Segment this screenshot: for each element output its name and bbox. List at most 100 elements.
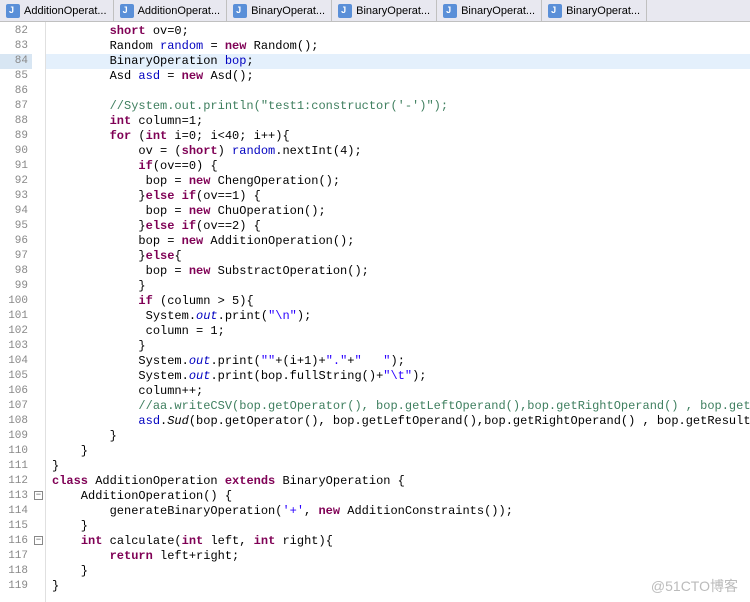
code-line[interactable]: Random random = new Random(); <box>46 39 750 54</box>
line-number: 102 <box>0 324 32 339</box>
code-line[interactable]: } <box>46 444 750 459</box>
line-number: 90 <box>0 144 32 159</box>
code-line[interactable]: }else if(ov==2) { <box>46 219 750 234</box>
code-line[interactable]: if(ov==0) { <box>46 159 750 174</box>
line-number: 107 <box>0 399 32 414</box>
tab-file[interactable]: BinaryOperat... <box>227 0 332 21</box>
code-line[interactable]: } <box>46 459 750 474</box>
line-number: 119 <box>0 579 32 594</box>
tab-file[interactable]: AdditionOperat... <box>0 0 114 21</box>
tab-file[interactable]: BinaryOperat... <box>437 0 542 21</box>
code-area[interactable]: short ov=0; Random random = new Random()… <box>46 22 750 602</box>
tab-label: AdditionOperat... <box>138 5 221 17</box>
code-line[interactable]: short ov=0; <box>46 24 750 39</box>
fold-toggle-icon[interactable]: − <box>34 491 43 500</box>
tab-label: BinaryOperat... <box>251 5 325 17</box>
line-number-gutter: 8283848586878889909192939495969798991001… <box>0 22 32 602</box>
line-number: 89 <box>0 129 32 144</box>
java-file-icon <box>548 4 562 18</box>
code-line[interactable]: System.out.print(""+(i+1)+"."+" "); <box>46 354 750 369</box>
code-line[interactable]: BinaryOperation bop; <box>46 54 750 69</box>
line-number: 85 <box>0 69 32 84</box>
line-number: 95 <box>0 219 32 234</box>
code-line[interactable]: } <box>46 579 750 594</box>
line-number: 101 <box>0 309 32 324</box>
code-line[interactable]: bop = new SubstractOperation(); <box>46 264 750 279</box>
editor: 8283848586878889909192939495969798991001… <box>0 22 750 602</box>
line-number: 109 <box>0 429 32 444</box>
line-number: 91 <box>0 159 32 174</box>
line-number: 115 <box>0 519 32 534</box>
line-number: 108 <box>0 414 32 429</box>
line-number: 94 <box>0 204 32 219</box>
code-line[interactable]: ov = (short) random.nextInt(4); <box>46 144 750 159</box>
code-line[interactable]: bop = new AdditionOperation(); <box>46 234 750 249</box>
code-line[interactable]: }else{ <box>46 249 750 264</box>
code-line[interactable]: column++; <box>46 384 750 399</box>
line-number: 116 <box>0 534 32 549</box>
code-line[interactable]: Asd asd = new Asd(); <box>46 69 750 84</box>
tab-file[interactable]: BinaryOperat... <box>542 0 647 21</box>
line-number: 97 <box>0 249 32 264</box>
line-number: 98 <box>0 264 32 279</box>
code-line[interactable]: asd.Sud(bop.getOperator(), bop.getLeftOp… <box>46 414 750 429</box>
line-number: 88 <box>0 114 32 129</box>
line-number: 96 <box>0 234 32 249</box>
code-line[interactable]: int column=1; <box>46 114 750 129</box>
code-line[interactable]: //aa.writeCSV(bop.getOperator(), bop.get… <box>46 399 750 414</box>
line-number: 112 <box>0 474 32 489</box>
code-line[interactable]: class AdditionOperation extends BinaryOp… <box>46 474 750 489</box>
code-line[interactable]: if (column > 5){ <box>46 294 750 309</box>
code-line[interactable]: bop = new ChuOperation(); <box>46 204 750 219</box>
tab-label: AdditionOperat... <box>24 5 107 17</box>
code-line[interactable]: } <box>46 519 750 534</box>
code-line[interactable]: int calculate(int left, int right){ <box>46 534 750 549</box>
code-line[interactable]: //System.out.println("test1:constructor(… <box>46 99 750 114</box>
code-line[interactable]: System.out.print("\n"); <box>46 309 750 324</box>
code-line[interactable]: AdditionOperation() { <box>46 489 750 504</box>
code-line[interactable]: } <box>46 564 750 579</box>
line-number: 100 <box>0 294 32 309</box>
line-number: 86 <box>0 84 32 99</box>
line-number: 99 <box>0 279 32 294</box>
line-number: 103 <box>0 339 32 354</box>
tab-bar: AdditionOperat... AdditionOperat... Binary… <box>0 0 750 22</box>
line-number: 83 <box>0 39 32 54</box>
code-line[interactable]: }else if(ov==1) { <box>46 189 750 204</box>
tab-label: BinaryOperat... <box>461 5 535 17</box>
tab-file[interactable]: BinaryOperat... <box>332 0 437 21</box>
line-number: 93 <box>0 189 32 204</box>
line-number: 105 <box>0 369 32 384</box>
line-number: 87 <box>0 99 32 114</box>
fold-toggle-icon[interactable]: − <box>34 536 43 545</box>
fold-column: −− <box>32 22 46 602</box>
tab-label: BinaryOperat... <box>566 5 640 17</box>
line-number: 104 <box>0 354 32 369</box>
code-line[interactable]: generateBinaryOperation('+', new Additio… <box>46 504 750 519</box>
line-number: 110 <box>0 444 32 459</box>
code-line[interactable]: } <box>46 429 750 444</box>
java-file-icon <box>120 4 134 18</box>
line-number: 92 <box>0 174 32 189</box>
code-line[interactable]: column = 1; <box>46 324 750 339</box>
tab-label: BinaryOperat... <box>356 5 430 17</box>
line-number: 113 <box>0 489 32 504</box>
line-number: 84 <box>0 54 32 69</box>
code-line[interactable]: System.out.print(bop.fullString()+"\t"); <box>46 369 750 384</box>
code-line[interactable] <box>46 84 750 99</box>
line-number: 118 <box>0 564 32 579</box>
java-file-icon <box>6 4 20 18</box>
code-line[interactable]: for (int i=0; i<40; i++){ <box>46 129 750 144</box>
code-line[interactable]: return left+right; <box>46 549 750 564</box>
code-line[interactable]: } <box>46 279 750 294</box>
line-number: 117 <box>0 549 32 564</box>
tab-file[interactable]: AdditionOperat... <box>114 0 228 21</box>
java-file-icon <box>338 4 352 18</box>
line-number: 114 <box>0 504 32 519</box>
java-file-icon <box>233 4 247 18</box>
code-line[interactable]: bop = new ChengOperation(); <box>46 174 750 189</box>
code-line[interactable]: } <box>46 339 750 354</box>
line-number: 106 <box>0 384 32 399</box>
java-file-icon <box>443 4 457 18</box>
line-number: 111 <box>0 459 32 474</box>
